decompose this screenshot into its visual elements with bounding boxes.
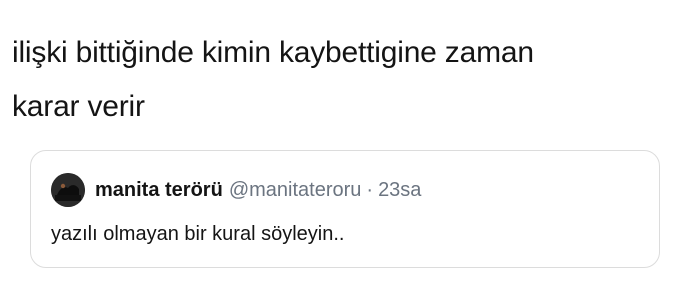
quoted-tweet-header: manita terörü @manitateroru · 23sa	[51, 173, 421, 207]
tweet-body: ilişki bittiğinde kimin kaybettigine zam…	[12, 26, 672, 134]
quoted-handle[interactable]: @manitateroru	[229, 179, 362, 202]
tweet-text-line-2: karar verir	[12, 90, 145, 123]
quoted-timestamp[interactable]: 23sa	[378, 179, 421, 202]
profile-avatar-icon[interactable]	[51, 173, 85, 207]
quoted-tweet-card[interactable]: manita terörü @manitateroru · 23sa yazıl…	[30, 150, 660, 268]
quoted-display-name[interactable]: manita terörü	[95, 179, 223, 202]
tweet-text-line-1: ilişki bittiğinde kimin kaybettigine zam…	[12, 36, 534, 69]
separator-dot: ·	[366, 178, 374, 201]
quoted-tweet-text: yazılı olmayan bir kural söyleyin..	[51, 223, 345, 245]
